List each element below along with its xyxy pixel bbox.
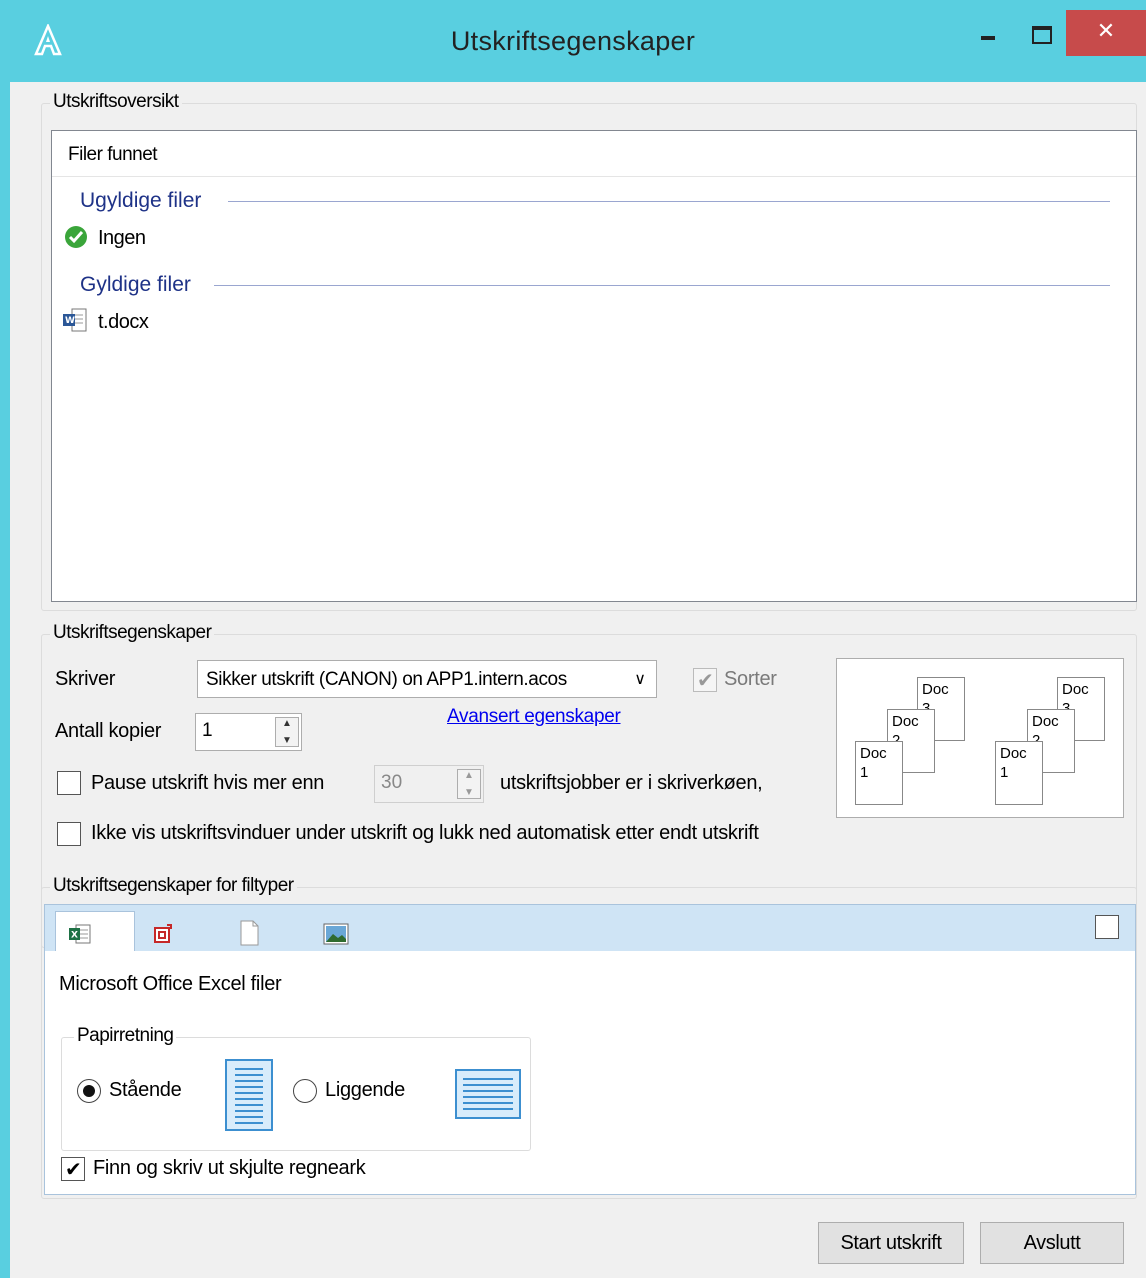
landscape-page-icon[interactable] [455,1069,521,1119]
landscape-radio[interactable] [293,1079,317,1103]
valid-files-group-header: Gyldige filer [80,273,191,296]
valid-files-divider [214,285,1110,286]
chevron-down-icon: ∨ [634,671,646,688]
pause-threshold-stepper[interactable]: 30 [374,765,484,803]
pause-print-label: Pause utskrift hvis mer enn [91,772,325,794]
copies-stepper-buttons[interactable] [275,717,299,747]
page-label: Doc [922,681,949,698]
copies-label: Antall kopier [55,720,162,742]
print-properties-window: Utskriftsegenskaper Utskriftsoversikt Fi… [0,0,1146,1278]
portrait-page-icon[interactable] [225,1059,273,1131]
copies-stepper-value: 1 [202,720,213,741]
pdf-icon [154,924,172,943]
word-document-icon: W [63,308,87,332]
svg-text:X: X [71,931,78,941]
copies-stepper[interactable]: 1 [195,713,302,751]
document-icon [240,920,259,946]
text-tab[interactable] [225,913,305,955]
page-label: Doc [892,713,919,730]
printer-select-value: Sikker utskrift (CANON) on APP1.intern.a… [206,669,567,690]
pdf-tab[interactable] [141,913,221,955]
invalid-files-group-header: Ugyldige filer [80,189,202,212]
files-found-header-label: Filer funnet [68,144,158,165]
page-label: Doc [1062,681,1089,698]
invalid-files-divider [228,201,1110,202]
files-found-list[interactable]: Filer funnet Ugyldige filer Ingen Gyldig… [51,130,1137,602]
excel-icon: X [69,924,91,944]
landscape-label: Liggende [325,1079,405,1101]
page-number: 1 [1000,764,1009,781]
image-icon [323,923,349,945]
sort-label: Sorter [724,668,777,690]
filetype-tabstrip: X [44,904,1136,955]
list-item[interactable]: Ingen [98,227,146,250]
collate-preview: Doc3 Doc2 Doc1 Doc3 Doc2 Doc1 [836,658,1124,818]
checkmark-ok-icon [65,226,87,248]
collate-page-1: Doc 1 [995,741,1043,805]
collate-page-1: Doc 1 [855,741,903,805]
dialog-client-area: Utskriftsoversikt Filer funnet Ugyldige … [10,82,1146,1278]
hide-print-windows-label: Ikke vis utskriftsvinduer under utskrift… [91,822,759,844]
pause-print-suffix-label: utskriftsjobber er i skriverkøen, [500,772,763,794]
pause-threshold-buttons[interactable] [457,769,481,799]
filetype-enable-checkbox[interactable] [1095,915,1119,939]
print-overview-legend: Utskriftsoversikt [50,91,182,113]
panel-title: Microsoft Office Excel filer [59,973,282,995]
excel-tab-panel: Microsoft Office Excel filer Papirretnin… [44,951,1136,1195]
title-bar[interactable]: Utskriftsegenskaper [0,0,1146,82]
sort-checkbox[interactable] [693,668,717,693]
page-label: Doc [1000,745,1027,762]
portrait-radio[interactable] [77,1079,101,1103]
start-print-button[interactable]: Start utskrift [818,1222,964,1264]
print-properties-legend: Utskriftsegenskaper [50,622,215,644]
minimize-button[interactable] [972,10,1006,48]
list-item[interactable]: t.docx [98,311,149,334]
close-button[interactable] [1066,10,1146,56]
hidden-sheets-label: Finn og skriv ut skjulte regneark [93,1157,366,1179]
pause-threshold-value: 30 [381,772,403,793]
pause-print-checkbox[interactable] [57,771,81,795]
paper-orientation-legend: Papirretning [74,1025,177,1047]
maximize-button[interactable] [1024,10,1062,48]
printer-select[interactable]: Sikker utskrift (CANON) on APP1.intern.a… [197,660,657,698]
advanced-properties-link[interactable]: Avansert egenskaper [447,706,621,728]
printer-label: Skriver [55,668,116,690]
portrait-label: Stående [109,1079,182,1101]
image-tab[interactable] [309,913,389,955]
filetype-properties-legend: Utskriftsegenskaper for filtyper [50,875,297,897]
hidden-sheets-checkbox[interactable] [61,1157,85,1182]
exit-button[interactable]: Avslutt [980,1222,1124,1264]
page-label: Doc [1032,713,1059,730]
excel-tab[interactable]: X [55,911,135,955]
page-number: 1 [860,764,869,781]
svg-text:W: W [65,316,75,326]
files-found-header[interactable]: Filer funnet [52,131,1136,177]
page-label: Doc [860,745,887,762]
hide-print-windows-checkbox[interactable] [57,822,81,846]
